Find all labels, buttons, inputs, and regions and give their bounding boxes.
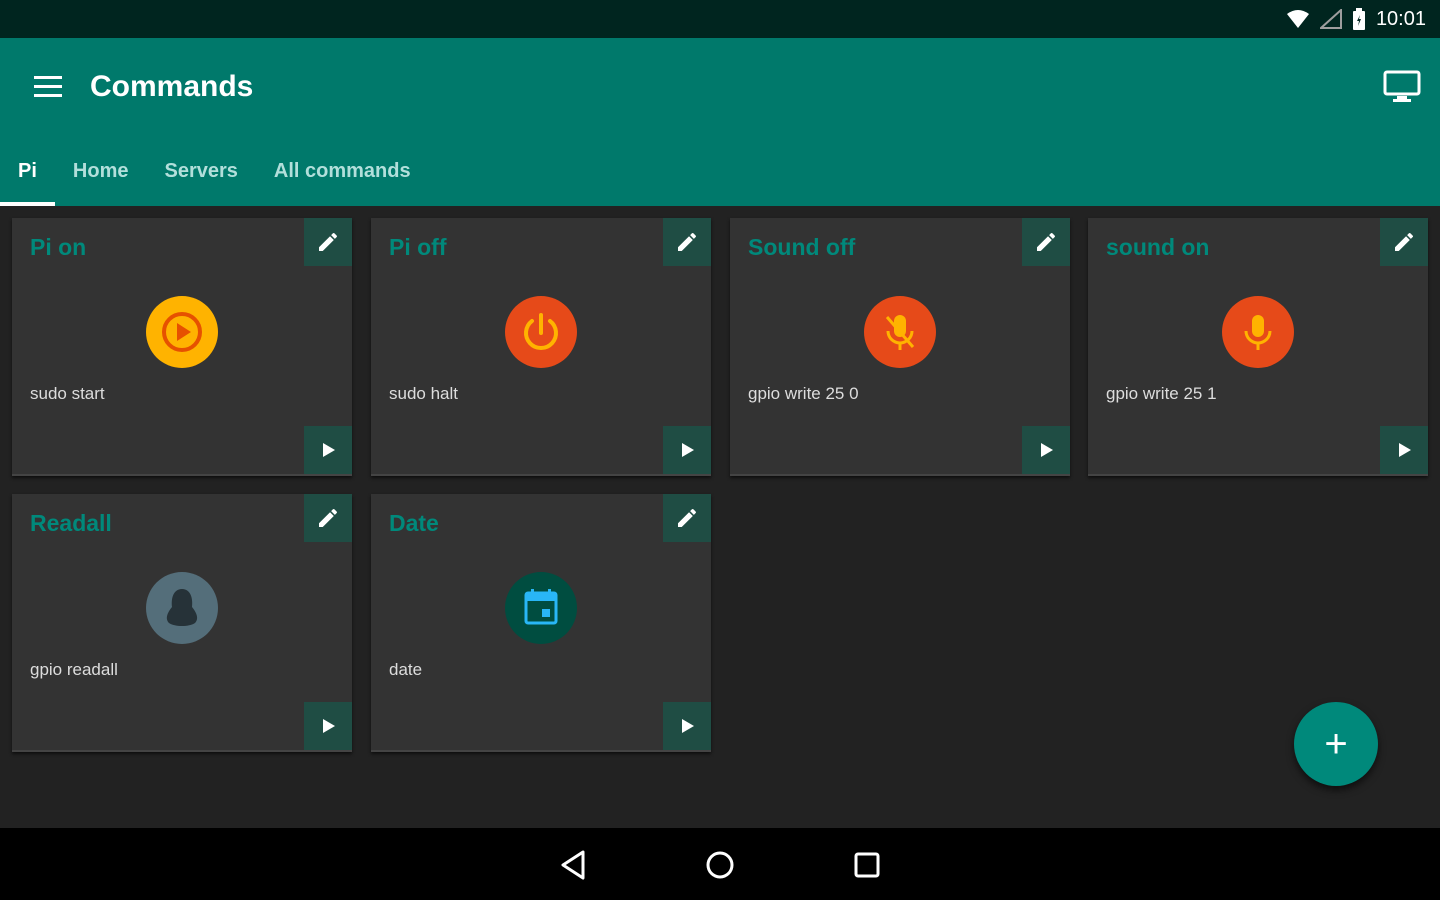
card-command: gpio readall: [30, 660, 118, 679]
card-title: Date: [389, 510, 439, 536]
play-icon: [323, 719, 335, 733]
edit-button[interactable]: [663, 218, 711, 266]
mic-icon: [1222, 296, 1294, 368]
page-title: Commands: [90, 70, 254, 103]
cell-signal-icon: [1319, 9, 1342, 29]
edit-button[interactable]: [663, 494, 711, 542]
battery-icon: [1352, 8, 1365, 30]
card-title: Sound off: [748, 234, 856, 260]
card-command: gpio write 25 1: [1106, 384, 1217, 403]
hamburger-menu-icon[interactable]: [30, 72, 66, 102]
tab-bar: Pi Home Servers All commands: [0, 148, 429, 206]
play-icon: [682, 443, 694, 457]
tab-home[interactable]: Home: [55, 148, 147, 206]
back-icon[interactable]: [557, 848, 591, 882]
card-title: sound on: [1106, 234, 1210, 260]
tab-servers[interactable]: Servers: [146, 148, 255, 206]
app-bar: Commands Pi Home Servers All commands: [0, 38, 1440, 206]
run-button[interactable]: [663, 702, 711, 750]
command-card-sound-on[interactable]: sound on gpio write 25 1: [1088, 218, 1428, 476]
edit-button[interactable]: [1022, 218, 1070, 266]
recents-icon[interactable]: [850, 848, 884, 882]
monitor-icon[interactable]: [1382, 68, 1422, 104]
pencil-icon: [1395, 232, 1413, 251]
add-command-button[interactable]: +: [1294, 702, 1378, 786]
system-nav-bar: [0, 828, 1440, 900]
pencil-icon: [678, 508, 696, 527]
pencil-icon: [319, 232, 337, 251]
status-bar: 10:01: [0, 0, 1440, 38]
card-command: date: [389, 660, 423, 679]
mic-off-icon: [864, 296, 936, 368]
run-button[interactable]: [304, 702, 352, 750]
linux-tux-icon: [146, 572, 218, 644]
play-icon: [1041, 443, 1053, 457]
power-icon: [505, 296, 577, 368]
status-time: 10:01: [1375, 7, 1426, 30]
card-command: gpio write 25 0: [748, 384, 859, 403]
play-icon: [1399, 443, 1411, 457]
home-icon[interactable]: [703, 848, 737, 882]
pencil-icon: [678, 232, 696, 251]
command-card-date[interactable]: Date date: [371, 494, 711, 752]
card-title: Pi on: [30, 234, 87, 260]
command-card-pi-on[interactable]: Pi on sudo start: [12, 218, 352, 476]
card-command: sudo halt: [389, 384, 458, 403]
pencil-icon: [1037, 232, 1055, 251]
add-icon: +: [1324, 721, 1348, 766]
tab-pi[interactable]: Pi: [0, 148, 55, 206]
run-button[interactable]: [1380, 426, 1428, 474]
command-card-readall[interactable]: Readall gpio readall: [12, 494, 352, 752]
play-icon: [682, 719, 694, 733]
command-card-sound-off[interactable]: Sound off gpio write 25 0: [730, 218, 1070, 476]
run-button[interactable]: [304, 426, 352, 474]
card-title: Readall: [30, 510, 112, 536]
wifi-icon: [1286, 10, 1309, 28]
tab-all-commands[interactable]: All commands: [256, 148, 429, 206]
edit-button[interactable]: [1380, 218, 1428, 266]
calendar-icon: [505, 572, 577, 644]
play-icon: [323, 443, 335, 457]
play-circle-icon: [146, 296, 218, 368]
run-button[interactable]: [663, 426, 711, 474]
command-card-pi-off[interactable]: Pi off sudo halt: [371, 218, 711, 476]
edit-button[interactable]: [304, 218, 352, 266]
run-button[interactable]: [1022, 426, 1070, 474]
pencil-icon: [319, 508, 337, 527]
card-command: sudo start: [30, 384, 105, 403]
card-title: Pi off: [389, 234, 447, 260]
edit-button[interactable]: [304, 494, 352, 542]
